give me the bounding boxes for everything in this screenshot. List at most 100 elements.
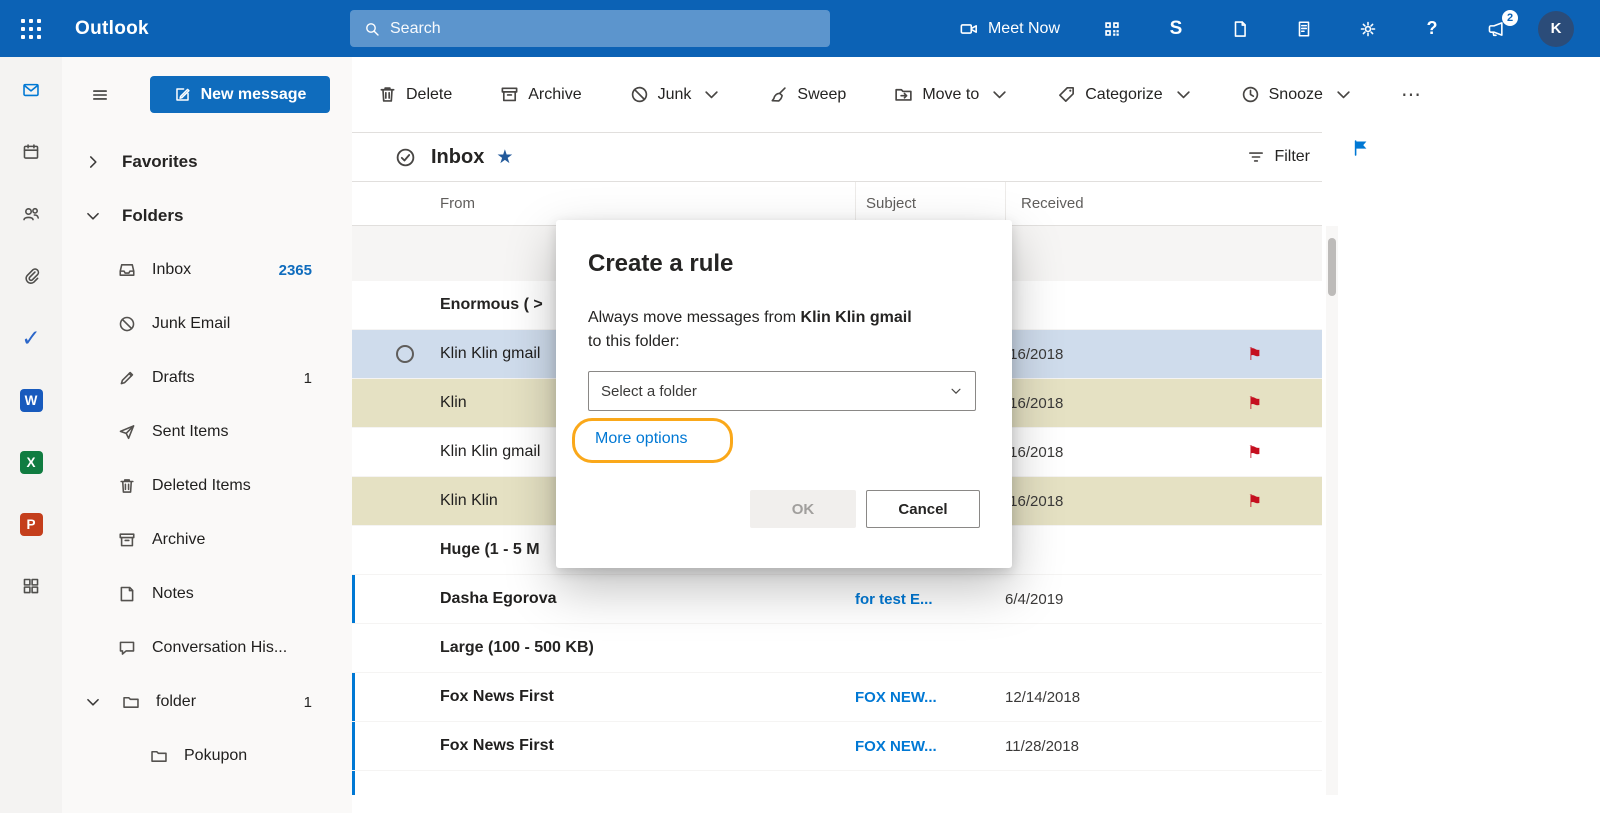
- qr-code-button[interactable]: [1090, 7, 1134, 51]
- cancel-button[interactable]: Cancel: [866, 490, 980, 528]
- sidebar-folder-pokupon[interactable]: Pokupon: [62, 729, 352, 783]
- settings-button[interactable]: [1346, 7, 1390, 51]
- tag-icon: [1057, 85, 1076, 104]
- meet-now-button[interactable]: Meet Now: [960, 20, 1060, 38]
- sidebar-folder-deleted[interactable]: Deleted Items: [62, 459, 352, 513]
- sidebar-folder-drafts[interactable]: Drafts 1: [62, 351, 352, 405]
- waffle-icon: [21, 18, 41, 39]
- more-options-link[interactable]: More options: [595, 430, 688, 448]
- chevron-down-icon: [84, 693, 102, 711]
- office-document-button[interactable]: [1218, 7, 1262, 51]
- collapse-pane-button[interactable]: [84, 79, 116, 111]
- sidebar-folder-inbox[interactable]: Inbox 2365: [62, 243, 352, 297]
- mail-toolbar: Delete Archive Junk Sweep Move to Catego…: [352, 57, 1600, 132]
- pane-header: New message: [62, 57, 352, 135]
- select-all-button[interactable]: [393, 145, 417, 169]
- chevron-right-icon: [84, 153, 102, 171]
- flag-icon[interactable]: ⚑: [1247, 395, 1262, 412]
- filter-button[interactable]: Filter: [1247, 148, 1310, 166]
- column-header-from[interactable]: From: [440, 182, 855, 225]
- chevron-down-icon: [1174, 85, 1193, 104]
- sidebar-folder-junk[interactable]: Junk Email: [62, 297, 352, 351]
- excel-app-button[interactable]: X: [12, 443, 50, 481]
- attachments-nav-button[interactable]: [12, 257, 50, 295]
- search-icon: [364, 21, 380, 37]
- help-icon: ?: [1426, 18, 1438, 38]
- sidebar-folder-notes[interactable]: Notes: [62, 567, 352, 621]
- ok-button[interactable]: OK: [750, 490, 856, 528]
- dialog-body: Always move messages from Klin Klin gmai…: [588, 309, 912, 350]
- topbar-actions: Meet Now S ? 2 K: [960, 0, 1600, 57]
- skype-button[interactable]: S: [1154, 7, 1198, 51]
- app-launcher-button[interactable]: [0, 0, 62, 57]
- sidebar-folder-sent[interactable]: Sent Items: [62, 405, 352, 459]
- search-bar[interactable]: [350, 10, 830, 47]
- check-circle-icon: [395, 147, 416, 168]
- list-header: Inbox ★ Filter: [352, 132, 1322, 182]
- junk-button[interactable]: Junk: [630, 85, 722, 104]
- categorize-button[interactable]: Categorize: [1057, 85, 1192, 104]
- dialog-title: Create a rule: [588, 250, 734, 277]
- column-header-received[interactable]: Received: [1005, 182, 1322, 225]
- calendar-nav-button[interactable]: [12, 133, 50, 171]
- feedback-button[interactable]: 2: [1474, 7, 1518, 51]
- more-apps-button[interactable]: [12, 567, 50, 605]
- sidebar-folder-folder[interactable]: folder 1: [62, 675, 352, 729]
- list-title: Inbox: [431, 145, 485, 168]
- favorites-section[interactable]: Favorites: [62, 135, 352, 189]
- prohibit-icon: [630, 85, 649, 104]
- create-rule-dialog: Create a rule Always move messages from …: [556, 220, 1012, 568]
- send-icon: [118, 423, 136, 441]
- scrollbar[interactable]: [1326, 226, 1338, 795]
- move-to-button[interactable]: Move to: [894, 85, 1009, 104]
- people-nav-button[interactable]: [12, 195, 50, 233]
- apps-grid-icon: [22, 577, 40, 595]
- flag-icon[interactable]: ⚑: [1247, 346, 1262, 363]
- help-button[interactable]: ?: [1410, 7, 1454, 51]
- account-avatar[interactable]: K: [1538, 10, 1574, 47]
- new-message-button[interactable]: New message: [150, 76, 330, 113]
- notes-button[interactable]: [1282, 7, 1326, 51]
- message-row-partial[interactable]: [352, 771, 1322, 795]
- archive-button[interactable]: Archive: [500, 85, 582, 104]
- todo-nav-button[interactable]: ✓: [12, 319, 50, 357]
- favorite-star-icon[interactable]: ★: [496, 148, 513, 167]
- delete-button[interactable]: Delete: [378, 85, 452, 104]
- calendar-icon: [22, 143, 40, 161]
- notification-badge: 2: [1502, 9, 1518, 26]
- snooze-button[interactable]: Snooze: [1241, 85, 1353, 104]
- message-row[interactable]: Dasha Egorova for test E... 6/4/2019: [352, 575, 1322, 624]
- powerpoint-app-button[interactable]: P: [12, 505, 50, 543]
- chevron-down-icon: [702, 85, 721, 104]
- flag-icon[interactable]: ⚑: [1247, 444, 1262, 461]
- search-input[interactable]: [390, 19, 816, 38]
- chevron-down-icon: [949, 384, 963, 398]
- sweep-button[interactable]: Sweep: [769, 85, 846, 104]
- chevron-down-icon: [84, 207, 102, 225]
- flag-icon[interactable]: ⚑: [1247, 493, 1262, 510]
- sidebar-folder-conversation-history[interactable]: Conversation His...: [62, 621, 352, 675]
- word-app-button[interactable]: W: [12, 381, 50, 419]
- unread-count: 2365: [278, 261, 312, 279]
- excel-icon: X: [19, 450, 43, 474]
- mail-nav-button[interactable]: [12, 71, 50, 109]
- unread-indicator: [352, 673, 355, 721]
- move-folder-icon: [894, 85, 913, 104]
- column-header-subject[interactable]: Subject: [855, 182, 1005, 225]
- sidebar-folder-archive[interactable]: Archive: [62, 513, 352, 567]
- folder-select-dropdown[interactable]: Select a folder: [588, 371, 976, 411]
- chat-icon: [118, 639, 136, 657]
- more-commands-button[interactable]: ⋯: [1401, 82, 1423, 107]
- message-row[interactable]: Fox News First FOX NEW... 12/14/2018: [352, 673, 1322, 722]
- folders-section[interactable]: Folders: [62, 189, 352, 243]
- junk-icon: [118, 315, 136, 333]
- gear-icon: [1359, 20, 1377, 38]
- scrollbar-thumb[interactable]: [1328, 238, 1336, 296]
- app-rail: ✓ W X P: [0, 57, 62, 813]
- row-select-radio[interactable]: [396, 345, 414, 363]
- group-header-large[interactable]: Large (100 - 500 KB): [352, 624, 1322, 673]
- message-row[interactable]: Fox News First FOX NEW... 11/28/2018: [352, 722, 1322, 771]
- promo-flag-icon[interactable]: [1352, 139, 1370, 157]
- favorites-label: Favorites: [122, 152, 198, 171]
- folder-icon: [150, 747, 168, 765]
